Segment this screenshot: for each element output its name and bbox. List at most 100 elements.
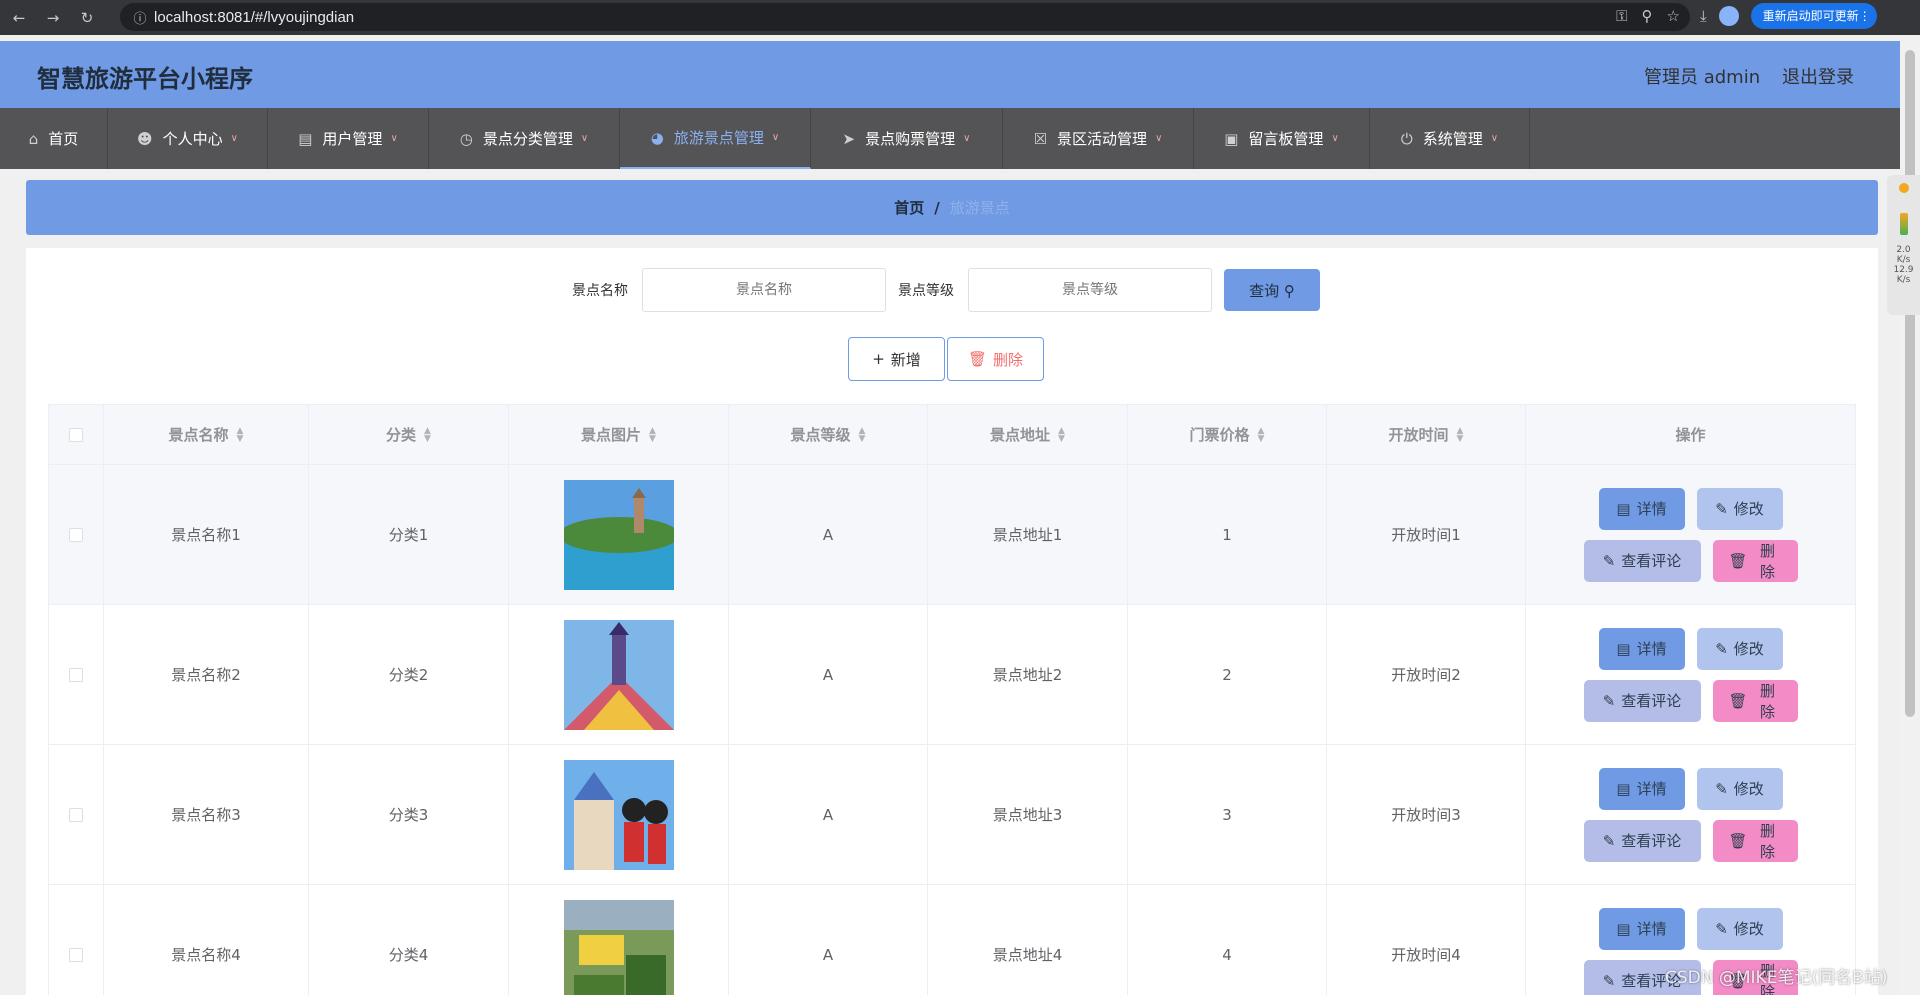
edit-label: 修改 [1733,640,1764,658]
menu-item-messages[interactable]: ▣ 留言板管理 ∨ [1194,108,1370,169]
menu-item-profile[interactable]: ☻ 个人中心 ∨ [108,108,268,169]
price-cell: 3 [1128,745,1327,884]
forward-icon[interactable]: → [38,3,68,33]
column-label: 景点等级 [790,426,851,444]
menu-item-users[interactable]: ▤ 用户管理 ∨ [268,108,429,169]
menu-item-tickets[interactable]: ➤ 景点购票管理 ∨ [811,108,1003,169]
menu-item-attractions[interactable]: ◕ 旅游景点管理 ∨ [620,108,811,169]
network-speed-widget[interactable]: 2.0 K/s 12.9 K/s [1887,175,1920,315]
query-button[interactable]: 查询 ⚲ [1224,269,1320,311]
edit-button[interactable]: ✎ 修改 [1696,487,1783,530]
column-header[interactable]: 开放时间 ▲ ▼ [1327,405,1526,464]
sort-icon[interactable]: ▲ ▼ [649,426,656,443]
name-search-input[interactable] [642,268,886,312]
table-row[interactable]: 景点名称2 分类2 A 景点地址2 2 开放时间2 ▤ 详情 ✎ 修改 ✎ 查看… [49,605,1855,745]
sort-icon[interactable]: ▲ ▼ [424,426,431,443]
sort-icon[interactable]: ▲ ▼ [237,426,244,443]
add-button[interactable]: + 新增 [848,337,945,381]
menu-item-home[interactable]: ⌂ 首页 [0,108,108,169]
column-header[interactable]: 景点图片 ▲ ▼ [509,405,729,464]
name-cell: 景点名称4 [104,885,309,995]
detail-button[interactable]: ▤ 详情 [1598,487,1685,530]
attraction-image[interactable] [563,479,674,590]
menu-item-system[interactable]: ⏻ 系统管理 ∨ [1370,108,1530,169]
sort-icon[interactable]: ▲ ▼ [1258,426,1265,443]
delete-button[interactable]: 🗑 删除 [1712,679,1798,722]
comment-label: 查看评论 [1621,552,1682,570]
download-unit: K/s [1896,275,1911,285]
detail-button[interactable]: ▤ 详情 [1598,767,1685,810]
zoom-icon[interactable]: ⚲ [1642,7,1653,25]
column-label: 开放时间 [1388,426,1449,444]
level-cell: A [729,605,928,744]
level-search-input[interactable] [968,268,1212,312]
site-info-icon[interactable]: ⓘ [126,8,154,27]
app-title: 智慧旅游平台小程序 [37,65,253,93]
price-cell: 4 [1128,885,1327,995]
reload-icon[interactable]: ↻ [72,3,102,33]
menu-item-activities[interactable]: ☒ 景区活动管理 ∨ [1003,108,1194,169]
speed-bar-icon [1899,213,1908,235]
column-label: 景点图片 [581,426,642,444]
view-comments-button[interactable]: ✎ 查看评论 [1583,539,1701,582]
scrollbar-thumb[interactable] [1905,50,1915,717]
table-row[interactable]: 景点名称4 分类4 A 景点地址4 4 开放时间4 ▤ 详情 ✎ 修改 ✎ 查看… [49,885,1855,995]
column-header[interactable]: 分类 ▲ ▼ [309,405,509,464]
edit-button[interactable]: ✎ 修改 [1696,907,1783,950]
breadcrumb-home[interactable]: 首页 [894,197,924,218]
bulk-delete-button[interactable]: 🗑 删除 [947,337,1044,381]
view-comments-button[interactable]: ✎ 查看评论 [1583,679,1701,722]
bookmark-star-icon[interactable]: ☆ [1667,7,1680,25]
column-header: 操作 [1526,405,1855,464]
attraction-image[interactable] [563,759,674,870]
attraction-image[interactable] [563,619,674,730]
row-checkbox[interactable] [69,947,83,962]
address-cell: 景点地址1 [928,465,1128,604]
table-row[interactable]: 景点名称1 分类1 A 景点地址1 1 开放时间1 ▤ 详情 ✎ 修改 ✎ 查看… [49,465,1855,605]
address-cell: 景点地址3 [928,745,1128,884]
delete-doc-icon: ☒ [1033,129,1048,148]
back-icon[interactable]: ← [4,3,34,33]
row-checkbox[interactable] [69,667,83,682]
sort-icon[interactable]: ▲ ▼ [859,426,866,443]
menu-label: 景点购票管理 [865,130,956,148]
download-icon[interactable]: ⤓ [1700,7,1707,25]
column-header[interactable]: 景点地址 ▲ ▼ [928,405,1128,464]
address-bar[interactable]: ⓘ localhost:8081/#/lvyoujingdian ⚿ ⚲ ☆ [120,3,1690,31]
breadcrumb: 首页 / 旅游景点 [26,180,1878,235]
chevron-down-icon: ∨ [1155,133,1163,144]
view-comments-button[interactable]: ✎ 查看评论 [1583,819,1701,862]
download-speed: 12.9 [1893,265,1914,275]
row-checkbox[interactable] [69,527,83,542]
url-text[interactable]: localhost:8081/#/lvyoujingdian [154,9,354,26]
attraction-image[interactable] [563,899,674,995]
logout-link[interactable]: 退出登录 [1782,63,1854,89]
edit-button[interactable]: ✎ 修改 [1696,767,1783,810]
pencil-icon: ✎ [1715,639,1728,658]
delete-button[interactable]: 🗑 删除 [1712,539,1798,582]
column-header[interactable]: 景点名称 ▲ ▼ [104,405,309,464]
table-row[interactable]: 景点名称3 分类3 A 景点地址3 3 开放时间3 ▤ 详情 ✎ 修改 ✎ 查看… [49,745,1855,885]
price-cell: 1 [1128,465,1327,604]
row-checkbox[interactable] [69,807,83,822]
chevron-down-icon: ∨ [963,133,971,144]
category-cell: 分类1 [309,465,509,604]
sort-icon[interactable]: ▲ ▼ [1058,426,1065,443]
sort-icon[interactable]: ▲ ▼ [1457,426,1464,443]
edit-button[interactable]: ✎ 修改 [1696,627,1783,670]
detail-button[interactable]: ▤ 详情 [1598,907,1685,950]
delete-label: 删除 [1760,821,1776,861]
more-icon: ⋮ [1858,9,1871,23]
profile-avatar[interactable] [1718,6,1739,26]
document-icon: ▤ [1616,639,1631,658]
upload-speed: 2.0 [1896,245,1911,255]
key-icon[interactable]: ⚿ [1616,7,1627,25]
detail-button[interactable]: ▤ 详情 [1598,627,1685,670]
update-button[interactable]: 重新启动即可更新 ⋮ [1750,3,1877,29]
column-header[interactable]: 景点等级 ▲ ▼ [729,405,928,464]
delete-button[interactable]: 🗑 删除 [1712,819,1798,862]
column-header[interactable]: 门票价格 ▲ ▼ [1128,405,1327,464]
select-all-checkbox[interactable] [69,427,83,442]
open-time-cell: 开放时间1 [1327,465,1526,604]
menu-item-categories[interactable]: ◷ 景点分类管理 ∨ [429,108,620,169]
